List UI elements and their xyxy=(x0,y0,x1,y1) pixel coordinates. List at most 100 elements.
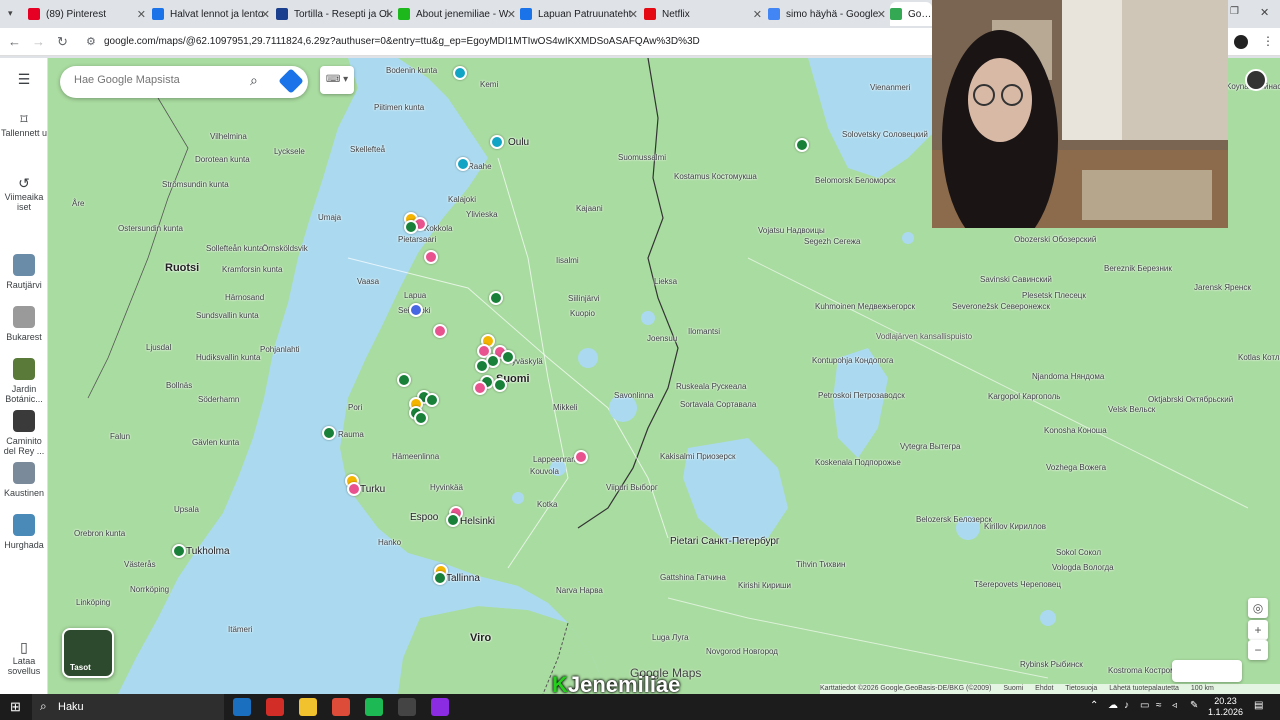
browser-tab[interactable]: Lapuan Patruunateht ✕ xyxy=(520,2,638,26)
spotify-app-icon[interactable] xyxy=(365,698,383,716)
forward-icon[interactable]: → xyxy=(32,34,45,49)
footer-link-privacy[interactable]: Tietosuoja xyxy=(1065,685,1097,692)
map-place-label[interactable]: Iisalmi xyxy=(556,256,579,265)
saved-button[interactable]: ⌑ Tallennett u xyxy=(0,112,48,138)
close-window-icon[interactable]: ✕ xyxy=(1260,6,1269,19)
map-place-label[interactable]: Konosha Коноша xyxy=(1044,426,1107,435)
saved-place-pin[interactable] xyxy=(475,359,489,373)
close-tab-icon[interactable]: ✕ xyxy=(261,8,270,21)
site-info-icon[interactable]: ⚙ xyxy=(86,35,96,48)
footer-link-terms[interactable]: Ehdot xyxy=(1035,685,1053,692)
recent-place[interactable]: Caminito del Rey ... xyxy=(0,410,48,456)
map-place-label[interactable]: Ruskeala Рускеала xyxy=(676,382,746,391)
map-place-label[interactable]: Orebron kunta xyxy=(74,529,125,538)
map-place-label[interactable]: Bollnäs xyxy=(166,381,192,390)
map-place-label[interactable]: Kostamus Костомукша xyxy=(674,172,757,181)
taskbar-search[interactable]: ⌕ Haku xyxy=(32,694,224,720)
map-place-label[interactable]: Viro xyxy=(470,633,491,644)
map-place-label[interactable]: Ostersundin kunta xyxy=(118,224,183,233)
map-place-label[interactable]: Härnosand xyxy=(225,293,264,302)
menu-kebab-icon[interactable]: ⋮ xyxy=(1262,34,1274,48)
map-place-label[interactable]: Oulu xyxy=(508,138,529,148)
profile-icon[interactable] xyxy=(1234,35,1248,49)
map-place-label[interactable]: Hyvinkää xyxy=(430,483,463,492)
map-place-label[interactable]: Dorotean kunta xyxy=(195,155,250,164)
map-place-label[interactable]: Kramforsin kunta xyxy=(222,265,282,274)
map-place-label[interactable]: Turku xyxy=(360,485,385,495)
saved-place-pin[interactable] xyxy=(347,482,361,496)
map-place-label[interactable]: Kargopol Каргополь xyxy=(988,392,1060,401)
browser-tab[interactable]: Googl xyxy=(890,2,932,26)
main-menu-button[interactable]: ☰ xyxy=(0,72,48,88)
scale-bar[interactable]: 100 km xyxy=(1191,685,1214,692)
footer-link-region[interactable]: Suomi xyxy=(1003,685,1023,692)
map-place-label[interactable]: Savonlinna xyxy=(614,391,654,400)
browser-tab[interactable]: About jenemiliae - W ✕ xyxy=(398,2,516,26)
recent-place[interactable]: Bukarest xyxy=(0,306,48,342)
map-place-label[interactable]: Severonežsk Северонежск xyxy=(952,302,1050,311)
saved-place-pin[interactable] xyxy=(489,291,503,305)
saved-place-pin[interactable] xyxy=(574,450,588,464)
tab-list-icon[interactable]: ▾ xyxy=(8,8,13,19)
map-place-label[interactable]: Suomussalmi xyxy=(618,153,666,162)
map-place-label[interactable]: Kirishi Кириши xyxy=(738,581,791,590)
download-app-button[interactable]: ▯ Lataa sovellus xyxy=(0,640,48,676)
close-tab-icon[interactable]: ✕ xyxy=(877,8,886,21)
explorer-app-icon[interactable] xyxy=(299,698,317,716)
map-place-label[interactable]: Upsala xyxy=(174,505,199,514)
saved-place-pin[interactable] xyxy=(456,157,470,171)
map-place-label[interactable]: Falun xyxy=(110,432,130,441)
saved-place-pin[interactable] xyxy=(424,250,438,264)
map-place-label[interactable]: Pietari Санкт-Петербург xyxy=(670,537,780,547)
map-place-label[interactable]: Bodenin kunta xyxy=(386,66,437,75)
saved-place-pin[interactable] xyxy=(453,66,467,80)
recent-place[interactable]: Jardin Botánic... xyxy=(0,358,48,404)
map-place-label[interactable]: Norrköping xyxy=(130,585,169,594)
saved-place-pin[interactable] xyxy=(414,411,428,425)
map-place-label[interactable]: Lycksele xyxy=(274,147,305,156)
map-place-label[interactable]: Rauma xyxy=(338,430,364,439)
footer-link-feedback[interactable]: Lähetä tuotepalautetta xyxy=(1109,685,1179,692)
map-place-label[interactable]: Pohjanlahti xyxy=(260,345,300,354)
map-place-label[interactable]: Viipuri Выборг xyxy=(606,483,658,492)
map-place-label[interactable]: Hanko xyxy=(378,538,401,547)
map-place-label[interactable]: Mikkeli xyxy=(553,403,577,412)
map-place-label[interactable]: Sollefteån kunta xyxy=(206,244,263,253)
map-place-label[interactable]: Tšerepovets Череповец xyxy=(974,580,1061,589)
pegman-and-imagery-strip[interactable] xyxy=(1172,660,1242,682)
saved-place-pin[interactable] xyxy=(397,373,411,387)
map-place-label[interactable]: Belozersk Белозерск xyxy=(916,515,992,524)
saved-place-pin[interactable] xyxy=(433,324,447,338)
map-place-label[interactable]: Helsinki xyxy=(460,517,495,527)
map-place-label[interactable]: Tallinna xyxy=(446,574,480,584)
chrome-app-icon[interactable] xyxy=(332,698,350,716)
map-place-label[interactable]: Lieksa xyxy=(654,277,677,286)
map-place-label[interactable]: Örnsköldsvik xyxy=(262,244,308,253)
streamlabs-app-icon[interactable] xyxy=(431,698,449,716)
map-place-label[interactable]: Jarensk Яренск xyxy=(1194,283,1251,292)
map-place-label[interactable]: Koskenala Подпорожье xyxy=(815,458,901,467)
recent-button[interactable]: ↺ Viimeaika iset xyxy=(0,176,48,212)
map-place-label[interactable]: Sortavala Сортавала xyxy=(680,400,756,409)
lastpass-app-icon[interactable] xyxy=(266,698,284,716)
reload-icon[interactable]: ↻ xyxy=(57,34,68,50)
close-tab-icon[interactable]: ✕ xyxy=(385,8,394,21)
map-place-label[interactable]: Kostroma Кострома xyxy=(1108,666,1180,675)
map-place-label[interactable]: Kemi xyxy=(480,80,498,89)
directions-icon[interactable] xyxy=(278,68,304,94)
map-place-label[interactable]: Vienanmeri xyxy=(870,83,910,92)
map-place-label[interactable]: Rybinsk Рыбинск xyxy=(1020,660,1083,669)
search-input[interactable] xyxy=(74,74,244,86)
map-place-label[interactable]: Raahe xyxy=(468,162,492,171)
saved-place-pin[interactable] xyxy=(493,378,507,392)
map-place-label[interactable]: Sokol Сокол xyxy=(1056,548,1101,557)
map-place-label[interactable]: Belomorsk Беломорск xyxy=(815,176,896,185)
map-place-label[interactable]: Kontupohja Кондопога xyxy=(812,356,893,365)
map-place-label[interactable]: Vaasa xyxy=(357,277,379,286)
browser-tab[interactable]: Halvat lennot ja lento ✕ xyxy=(152,2,270,26)
maximize-icon[interactable]: ❐ xyxy=(1230,6,1239,17)
map-place-label[interactable]: Obozerski Обозерский xyxy=(1014,235,1096,244)
tray-overflow-icon[interactable]: ⌃ xyxy=(1090,700,1098,711)
map-place-label[interactable]: Lapua xyxy=(404,291,426,300)
map-place-label[interactable]: Åre xyxy=(72,199,84,208)
